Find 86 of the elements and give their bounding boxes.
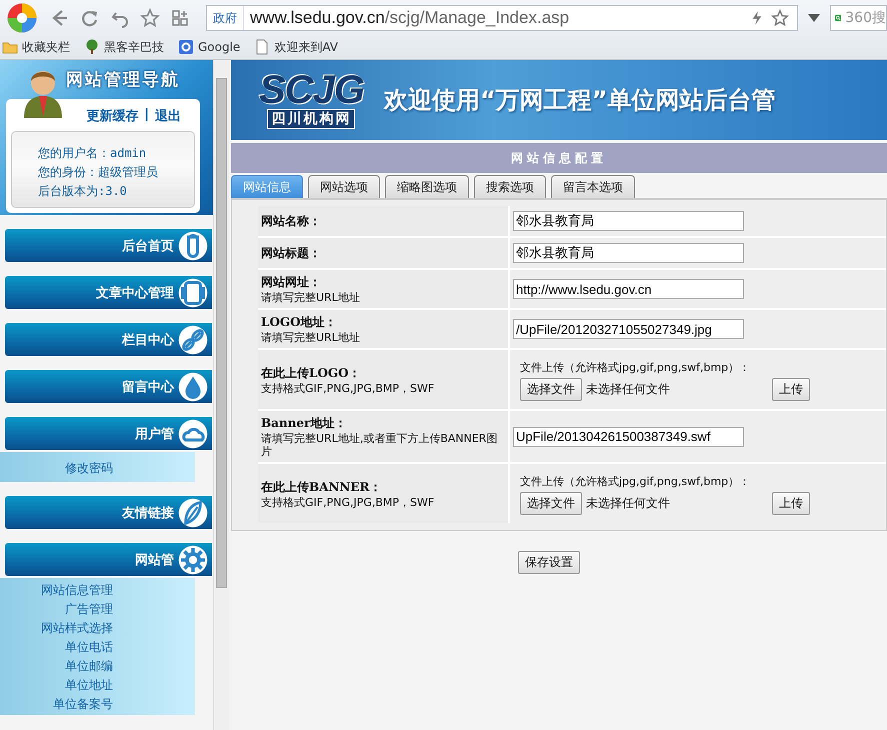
drop-icon	[178, 372, 208, 402]
input-field[interactable]: /UpFile/201203271055027349.jpg	[513, 319, 744, 339]
save-button[interactable]: 保存设置	[518, 551, 580, 574]
menu-label: 留言中心	[122, 378, 174, 396]
header-link[interactable]: 更新缓存	[86, 107, 138, 125]
leaf-icon	[178, 498, 208, 528]
upload-caption: 文件上传（允许格式jpg,gif,png,swf,bmp）：	[520, 360, 752, 375]
tab[interactable]: 留言本选项	[551, 175, 635, 198]
field-label: 在此上传LOGO：	[261, 364, 362, 382]
menu-label: 用户管	[135, 426, 174, 442]
back-icon[interactable]	[50, 8, 70, 28]
menu-label: 文章中心管理	[96, 284, 174, 302]
submenu-link[interactable]: 网站信息管理	[41, 581, 113, 600]
field-hint: 请填写完整URL地址	[261, 291, 361, 304]
field-label: 网站网址：	[261, 274, 322, 291]
field-label: 网站标题：	[261, 244, 322, 262]
field-label: Banner地址：	[261, 415, 348, 432]
tab[interactable]: 搜索选项	[474, 175, 546, 198]
input-field[interactable]: http://www.lsedu.gov.cn	[513, 279, 744, 299]
info-text: 您的用户名：admin	[38, 145, 148, 162]
field-hint: 请填写完整URL地址,或者重下方上传BANNER图片	[261, 432, 498, 458]
submenu-link[interactable]: 广告管理	[65, 600, 113, 619]
submenu-link[interactable]: 网站样式选择	[41, 619, 113, 638]
menu-label: 栏目中心	[122, 332, 174, 348]
sidebar-title: 网站管理导航	[66, 69, 181, 91]
field-hint: 请填写完整URL地址	[261, 331, 361, 344]
upload-button[interactable]: 上传	[772, 492, 810, 515]
tab[interactable]: 网站选项	[308, 175, 380, 198]
bookmark-link[interactable]: 欢迎来到AV	[274, 38, 338, 56]
tab[interactable]: 缩略图选项	[385, 175, 469, 198]
banner-headline: 欢迎使用“万网工程”单位网站后台管	[384, 85, 776, 116]
menu-label: 网站管	[135, 552, 174, 568]
field-label: 网站名称：	[261, 212, 322, 230]
info-text: 您的身份：超级管理员	[38, 164, 159, 181]
page-icon	[254, 39, 270, 55]
submenu-link[interactable]: 修改密码	[65, 455, 113, 481]
info-text: 后台版本为:3.0	[38, 183, 128, 200]
separator-text: |	[144, 107, 149, 124]
star-icon[interactable]	[140, 8, 160, 28]
field-hint: 支持格式GIF,PNG,JPG,BMP，SWF	[261, 382, 436, 394]
file-status: 未选择任何文件	[586, 381, 671, 398]
submenu-link[interactable]: 单位邮编	[65, 657, 113, 676]
address-bar[interactable]: 政府 www.lsedu.gov.cn/scjg/Manage_Index.asp	[206, 4, 798, 30]
dropdown-icon[interactable]	[808, 14, 820, 22]
field-label: LOGO地址：	[261, 314, 338, 331]
menu-label: 后台首页	[122, 238, 174, 254]
gear-icon	[178, 544, 208, 574]
menu-header[interactable]: 留言中心	[5, 370, 212, 403]
bookmark-link[interactable]: Google	[198, 40, 240, 54]
grid-icon[interactable]	[170, 8, 190, 28]
google-icon	[178, 39, 194, 55]
url-text: www.lsedu.gov.cn/scjg/Manage_Index.asp	[249, 8, 570, 28]
field-hint: 支持格式GIF,PNG,JPG,BMP，SWF	[261, 496, 436, 508]
bookmark-link[interactable]: 黑客辛巴技	[104, 38, 164, 56]
site-tag: 政府	[207, 6, 244, 30]
section-title: 网站信息配置	[231, 143, 887, 173]
submenu-link[interactable]: 单位备案号	[53, 695, 113, 714]
tree-icon	[84, 39, 100, 55]
bookmark-link[interactable]: 收藏夹栏	[22, 38, 70, 56]
menu-header[interactable]: 友情链接	[5, 496, 212, 529]
field-label: 在此上传BANNER：	[261, 478, 383, 496]
input-field[interactable]: 邻水县教育局	[513, 211, 744, 231]
cloud-icon	[178, 418, 208, 448]
menu-header[interactable]: 用户管	[5, 417, 212, 450]
choose-file-button[interactable]: 选择文件	[520, 492, 582, 515]
logo-subtitle: 四川机构网	[267, 109, 356, 129]
upload-caption: 文件上传（允许格式jpg,gif,png,swf,bmp）：	[520, 474, 752, 489]
input-field[interactable]: UpFile/201304261500387349.swf	[513, 426, 744, 446]
file-status: 未选择任何文件	[586, 495, 671, 512]
menu-header[interactable]: 网站管	[5, 543, 212, 576]
submenu-link[interactable]: 单位电话	[65, 638, 113, 657]
menu-header[interactable]: 文章中心管理	[5, 276, 212, 309]
menu-header[interactable]: 后台首页	[5, 229, 212, 262]
header-link[interactable]: 退出	[155, 107, 181, 125]
lightning-icon[interactable]	[751, 10, 763, 26]
logo-text: SCJG	[259, 71, 364, 109]
menu-header[interactable]: 栏目中心	[5, 323, 212, 356]
upload-button[interactable]: 上传	[772, 378, 810, 401]
chain-link-icon	[178, 324, 208, 354]
menu-label: 友情链接	[122, 504, 174, 522]
choose-file-button[interactable]: 选择文件	[520, 378, 582, 401]
submenu-link[interactable]: 单位地址	[65, 676, 113, 695]
search-placeholder: 360搜	[845, 8, 886, 26]
star-icon[interactable]	[771, 8, 789, 26]
input-field[interactable]: 邻水县教育局	[513, 243, 744, 263]
scrollbar[interactable]	[213, 60, 229, 730]
